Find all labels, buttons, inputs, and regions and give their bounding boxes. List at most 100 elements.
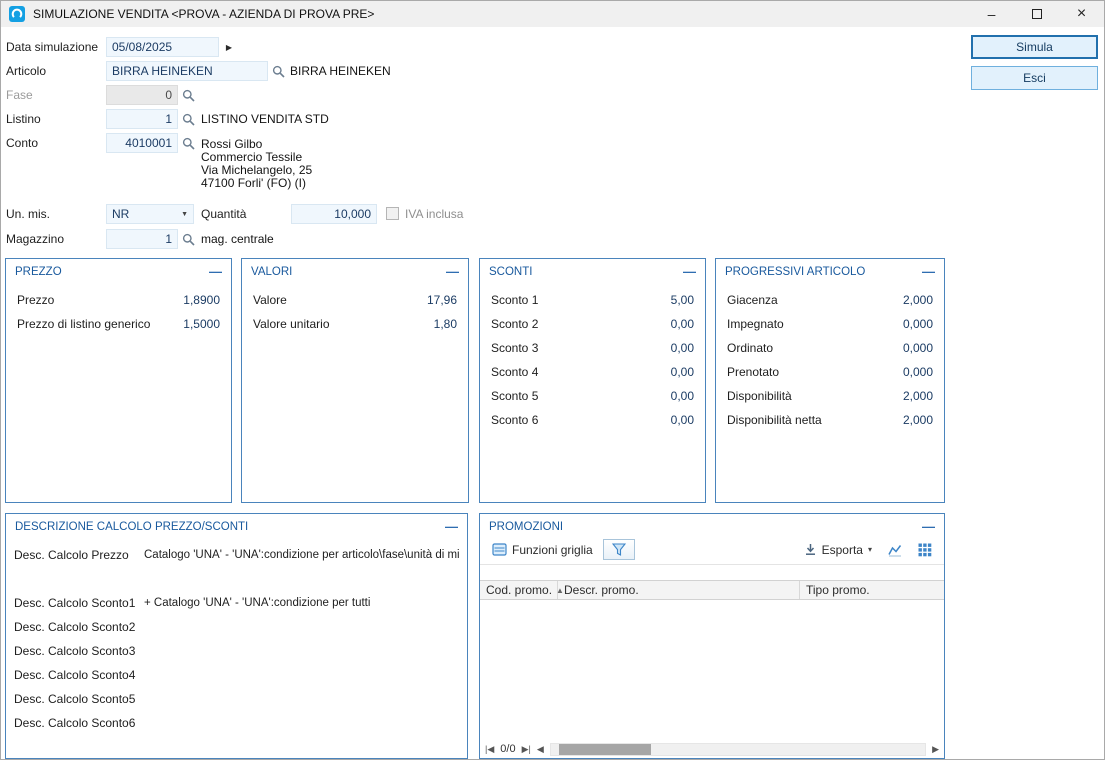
scroll-right-button[interactable]: ▶ [930,744,941,755]
data-simulazione-field[interactable] [106,37,219,57]
un-mis-select[interactable]: NR ▼ [106,204,194,224]
panel-row: Prenotato 0,000 [716,360,944,384]
simula-button[interactable]: Simula [971,35,1098,59]
row-label: Desc. Calcolo Sconto4 [14,668,144,682]
panel-prezzo-title: PREZZO [15,266,62,278]
record-counter: 0/0 [498,743,517,755]
row-label: Valore unitario [253,317,330,331]
panel-collapse-icon[interactable]: — [922,268,935,276]
panel-collapse-icon[interactable]: — [446,268,459,276]
conto-address: Rossi Gilbo Commercio Tessile Via Michel… [201,138,312,190]
maximize-button[interactable] [1014,1,1059,27]
panel-valori: VALORI — Valore 17,96 Valore unitario 1,… [241,258,469,503]
search-icon [272,65,285,78]
articolo-field[interactable] [106,61,268,81]
filter-icon [612,543,626,556]
row-label: Desc. Calcolo Sconto3 [14,644,144,658]
scroll-left-button[interactable]: ◀ [535,744,546,755]
row-label: Sconto 4 [491,365,538,379]
iva-inclusa-label: IVA inclusa [405,207,463,221]
magazzino-field[interactable] [106,229,178,249]
column-header-descr-promo[interactable]: Descr. promo. [558,581,800,599]
date-picker-button[interactable]: ▶ [221,39,237,55]
panel-row: Sconto 2 0,00 [480,312,705,336]
panel-progressivi-title: PROGRESSIVI ARTICOLO [725,266,865,278]
row-value: + Catalogo 'UNA' - 'UNA':condizione per … [144,597,370,609]
row-label: Sconto 1 [491,293,538,307]
window-title: SIMULAZIONE VENDITA <PROVA - AZIENDA DI … [33,7,374,21]
row-label: Prenotato [727,365,779,379]
esporta-button[interactable]: Esporta ▾ [798,539,878,561]
desc-row: Desc. Calcolo Sconto4 [6,663,467,687]
row-value: Catalogo 'UNA' - 'UNA':condizione per ar… [144,549,459,561]
panel-row: Disponibilità netta 2,000 [716,408,944,432]
panel-promozioni: PROMOZIONI — Funzioni griglia Esporta ▾ [479,513,945,759]
conto-label: Conto [6,136,38,150]
panel-valori-title: VALORI [251,266,292,278]
panel-row: Sconto 5 0,00 [480,384,705,408]
layout-grid-button[interactable] [912,539,938,561]
quantita-field[interactable] [291,204,377,224]
panel-row: Sconto 4 0,00 [480,360,705,384]
desc-row: Desc. Calcolo Sconto1 + Catalogo 'UNA' -… [6,591,467,615]
date-arrow-icon: ▶ [226,43,232,52]
fase-lookup-button[interactable] [180,87,196,103]
column-header-tipo-promo[interactable]: Tipo promo. [800,581,944,599]
magazzino-description: mag. centrale [201,232,274,246]
panel-collapse-icon[interactable]: — [209,268,222,276]
application-window: SIMULAZIONE VENDITA <PROVA - AZIENDA DI … [0,0,1105,760]
row-label: Sconto 2 [491,317,538,331]
panel-row: Ordinato 0,000 [716,336,944,360]
row-label: Giacenza [727,293,778,307]
row-value: 0,00 [671,365,694,379]
funzioni-griglia-label: Funzioni griglia [512,543,593,557]
panel-row: Sconto 3 0,00 [480,336,705,360]
panel-row: Valore 17,96 [242,288,468,312]
first-record-button[interactable]: |◀ [483,744,496,755]
magazzino-lookup-button[interactable] [180,231,196,247]
column-label: Cod. promo. [486,583,552,597]
articolo-lookup-button[interactable] [270,63,286,79]
maximize-icon [1032,9,1042,19]
panel-collapse-icon[interactable]: — [445,523,458,531]
esci-button[interactable]: Esci [971,66,1098,90]
desc-row: Desc. Calcolo Sconto6 [6,711,467,735]
conto-address-line: 47100 Forli' (FO) (I) [201,177,312,190]
listino-label: Listino [6,112,41,126]
data-simulazione-label: Data simulazione [6,40,98,54]
panel-row: Disponibilità 2,000 [716,384,944,408]
row-value: 0,00 [671,389,694,403]
promozioni-toolbar: Funzioni griglia Esporta ▾ [480,535,944,565]
minimize-button[interactable]: – [969,1,1014,27]
panel-row: Sconto 1 5,00 [480,288,705,312]
desc-row: Desc. Calcolo Prezzo Catalogo 'UNA' - 'U… [6,543,467,567]
row-label: Impegnato [727,317,784,331]
row-value: 1,80 [434,317,457,331]
scrollbar-thumb[interactable] [559,744,651,755]
title-bar: SIMULAZIONE VENDITA <PROVA - AZIENDA DI … [1,1,1104,27]
download-icon [804,543,817,556]
panel-collapse-icon[interactable]: — [922,523,935,531]
search-icon [182,113,195,126]
panel-collapse-icon[interactable]: — [683,268,696,276]
grid-functions-icon [492,542,507,557]
desc-row: Desc. Calcolo Sconto2 [6,615,467,639]
minimize-icon: – [988,9,996,19]
chart-button[interactable] [882,539,908,561]
last-record-button[interactable]: ▶| [520,744,533,755]
close-button[interactable]: × [1059,1,1104,27]
funzioni-griglia-button[interactable]: Funzioni griglia [486,538,599,561]
row-label: Desc. Calcolo Sconto5 [14,692,144,706]
listino-lookup-button[interactable] [180,111,196,127]
chevron-down-icon: ▾ [868,545,872,554]
un-mis-value: NR [112,207,129,221]
conto-lookup-button[interactable] [180,135,196,151]
fase-field [106,85,178,105]
column-header-cod-promo[interactable]: Cod. promo. ▲ [480,581,558,599]
filter-button[interactable] [603,539,635,560]
listino-field[interactable] [106,109,178,129]
column-label: Tipo promo. [806,583,870,597]
promo-grid-header: Cod. promo. ▲ Descr. promo. Tipo promo. [480,580,944,600]
horizontal-scrollbar[interactable] [550,743,926,756]
conto-field[interactable] [106,133,178,153]
